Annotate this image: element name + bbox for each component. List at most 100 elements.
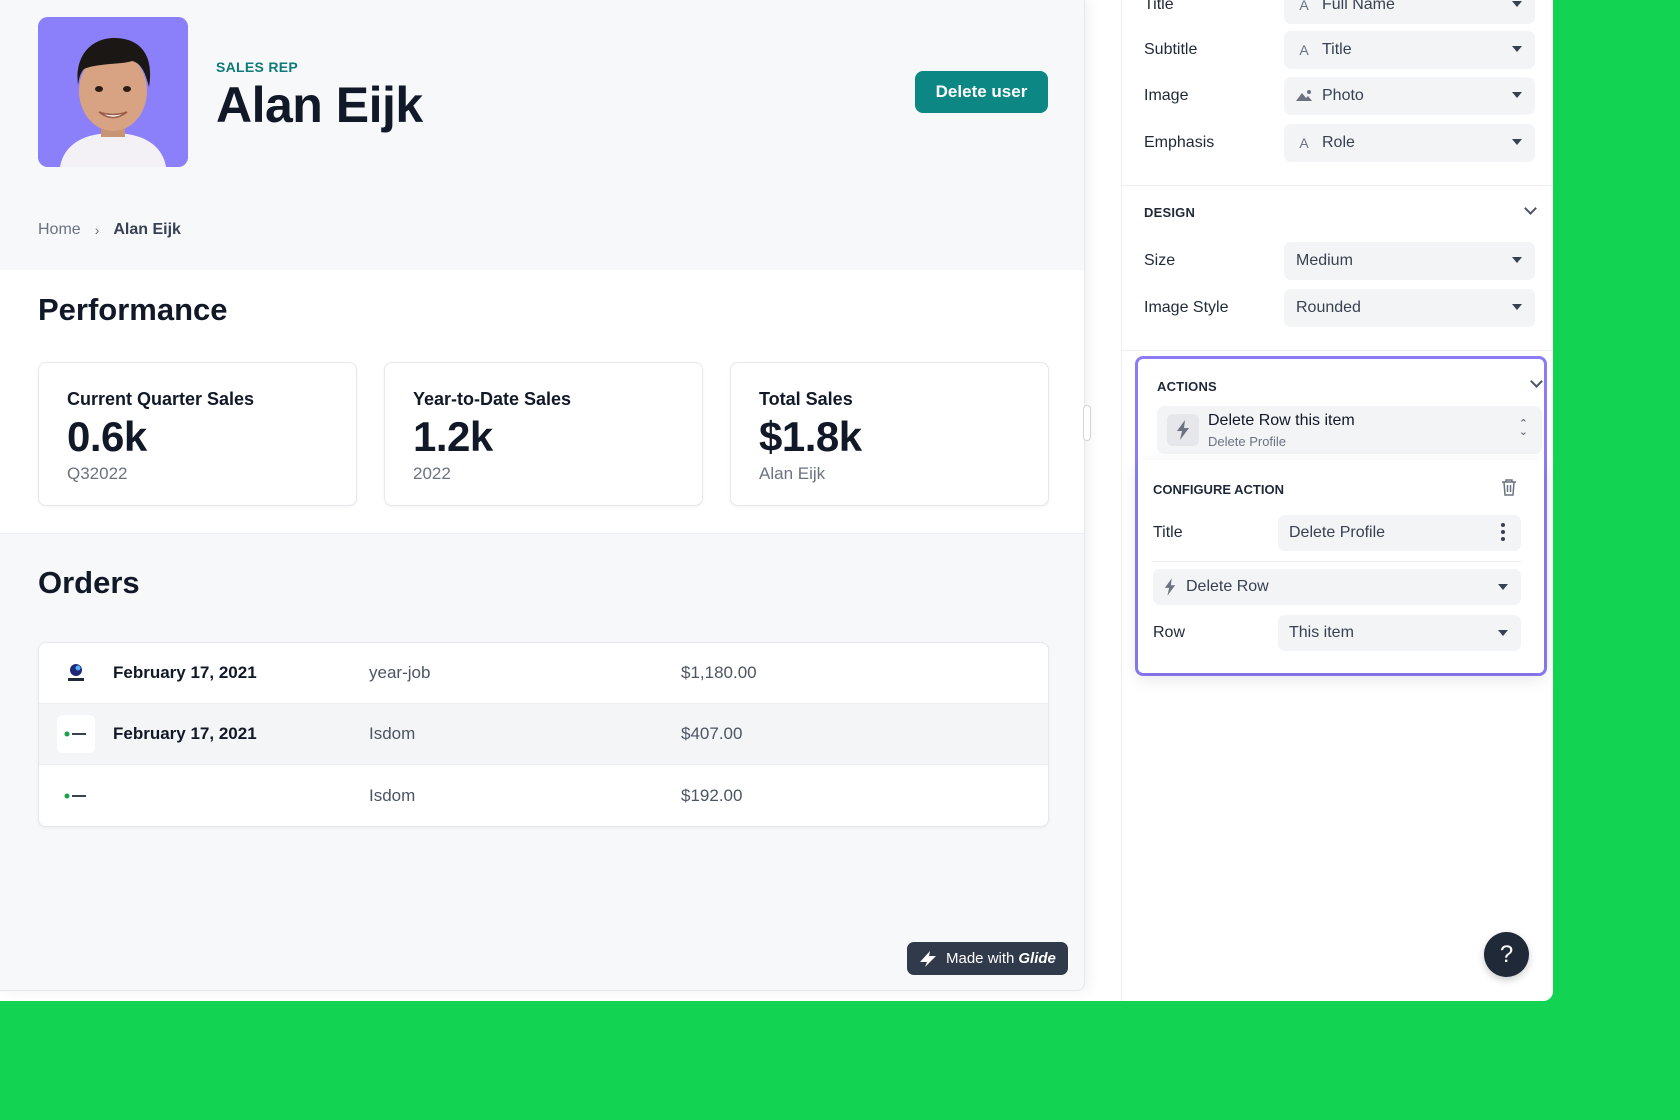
order-customer: Isdom — [369, 724, 416, 743]
caret-down-icon — [1512, 257, 1522, 263]
property-row-emphasis: Emphasis A Role — [1144, 124, 1538, 162]
stat-sub: Alan Eijk — [759, 464, 826, 483]
property-label: Image — [1144, 87, 1189, 104]
emphasis-select[interactable]: A Role — [1284, 124, 1535, 162]
caret-down-icon — [1512, 1, 1522, 7]
select-value: Rounded — [1296, 299, 1361, 316]
property-row-image-style: Image Style Rounded — [1144, 289, 1538, 327]
performance-title: Performance — [38, 292, 228, 327]
bolt-icon — [1167, 414, 1199, 446]
role-eyebrow: SALES REP — [216, 59, 299, 75]
delete-user-button[interactable]: Delete user — [915, 71, 1048, 113]
breadcrumb-home[interactable]: Home — [38, 221, 81, 239]
property-row-image: Image Photo — [1144, 77, 1538, 115]
caret-down-icon — [1512, 46, 1522, 52]
order-date: February 17, 2021 — [113, 724, 257, 743]
property-label: Emphasis — [1144, 134, 1215, 151]
configure-action-heading: CONFIGURE ACTION — [1153, 482, 1284, 497]
stat-value: $1.8k — [759, 413, 862, 460]
actions-section: ACTIONS Delete Row this item Delete Prof… — [1135, 356, 1547, 676]
caret-down-icon — [1498, 630, 1508, 636]
subtitle-select[interactable]: A Title — [1284, 31, 1535, 69]
made-with-glide-badge[interactable]: Made with Glide — [907, 942, 1068, 975]
stat-value: 1.2k — [413, 413, 493, 460]
title-select[interactable]: A Full Name — [1284, 0, 1535, 24]
chevron-down-icon[interactable] — [1524, 202, 1537, 215]
action-title-input[interactable]: Delete Profile — [1278, 515, 1521, 551]
order-customer: year-job — [369, 663, 431, 682]
resize-handle[interactable] — [1083, 405, 1091, 441]
caret-down-icon — [1512, 92, 1522, 98]
help-button[interactable]: ? — [1484, 932, 1529, 977]
badge-prefix: Made with — [946, 950, 1015, 967]
actions-heading: ACTIONS — [1157, 379, 1217, 394]
performance-section: Performance Current Quarter Sales 0.6k Q… — [0, 270, 1084, 534]
text-icon: A — [1299, 135, 1309, 151]
table-row[interactable]: Isdom $192.00 — [39, 765, 1048, 826]
select-value: Delete Row — [1186, 578, 1269, 595]
order-customer: Isdom — [369, 785, 416, 805]
config-row-label: Row — [1153, 624, 1186, 641]
order-amount: $407.00 — [681, 724, 743, 743]
select-value: Photo — [1322, 87, 1364, 104]
profile-name: Alan Eijk — [216, 77, 423, 133]
stat-card-year-to-date: Year-to-Date Sales 1.2k 2022 — [384, 362, 703, 506]
row-select[interactable]: This item — [1278, 615, 1521, 651]
action-item-title: Delete Row this item — [1208, 412, 1355, 429]
text-icon: A — [1299, 42, 1309, 58]
order-amount: $1,180.00 — [681, 663, 757, 682]
property-row-title: Title A Full Name — [1144, 0, 1538, 24]
action-item-subtitle: Delete Profile — [1208, 434, 1287, 449]
image-select[interactable]: Photo — [1284, 77, 1535, 115]
stat-card-current-quarter: Current Quarter Sales 0.6k Q32022 — [38, 362, 357, 506]
orders-title: Orders — [38, 565, 140, 600]
breadcrumb: Home › Alan Eijk — [38, 221, 181, 239]
image-icon — [1296, 88, 1312, 104]
chevron-down-icon[interactable] — [1530, 375, 1543, 388]
property-label: Title — [1144, 0, 1174, 13]
badge-brand: Glide — [1018, 950, 1056, 967]
divider — [1153, 561, 1521, 562]
stat-label: Total Sales — [759, 389, 853, 409]
caret-down-icon — [1512, 304, 1522, 310]
trash-icon[interactable] — [1501, 478, 1517, 501]
table-row[interactable]: February 17, 2021 year-job $1,180.00 — [39, 643, 1048, 704]
avatar-photo-icon — [38, 17, 188, 167]
order-date: February 17, 2021 — [113, 663, 257, 682]
order-amount: $192.00 — [681, 785, 743, 805]
stat-sub: Q32022 — [67, 464, 128, 483]
stat-sub: 2022 — [413, 464, 451, 483]
input-value: Delete Profile — [1289, 524, 1386, 541]
divider — [1122, 350, 1553, 351]
app-window: SALES REP Alan Eijk Delete user Home › A… — [0, 0, 1553, 1001]
stat-value: 0.6k — [67, 413, 147, 460]
sort-updown-icon: ⌃ ⌄ — [1518, 418, 1528, 438]
property-label: Subtitle — [1144, 41, 1198, 58]
size-select[interactable]: Medium — [1284, 242, 1535, 280]
text-icon: A — [1299, 0, 1309, 13]
avatar — [38, 17, 188, 167]
config-panel: Title A Full Name Subtitle A Title Image… — [1121, 0, 1553, 1001]
company-logo-icon — [57, 715, 95, 753]
image-style-select[interactable]: Rounded — [1284, 289, 1535, 327]
chevron-right-icon: › — [94, 222, 100, 238]
app-preview: SALES REP Alan Eijk Delete user Home › A… — [0, 0, 1085, 991]
action-type-select[interactable]: Delete Row — [1153, 569, 1521, 605]
table-row[interactable]: February 17, 2021 Isdom $407.00 — [39, 704, 1048, 765]
stat-card-total-sales: Total Sales $1.8k Alan Eijk — [730, 362, 1049, 506]
select-value: Medium — [1296, 252, 1353, 269]
property-row-size: Size Medium — [1144, 242, 1538, 280]
glide-logo-icon — [920, 950, 936, 967]
select-value: Role — [1322, 134, 1355, 151]
caret-down-icon — [1512, 139, 1522, 145]
select-value: Full Name — [1322, 0, 1395, 13]
stat-label: Current Quarter Sales — [67, 389, 255, 409]
orders-list: February 17, 2021 year-job $1,180.00 Feb… — [38, 642, 1049, 827]
config-title-label: Title — [1153, 524, 1183, 541]
more-vertical-icon[interactable] — [1501, 523, 1505, 544]
divider — [1122, 185, 1553, 186]
caret-down-icon — [1498, 584, 1508, 590]
action-item-delete-row[interactable]: Delete Row this item Delete Profile ⌃ ⌄ — [1157, 406, 1542, 454]
property-label: Image Style — [1144, 299, 1229, 316]
property-row-subtitle: Subtitle A Title — [1144, 31, 1538, 69]
